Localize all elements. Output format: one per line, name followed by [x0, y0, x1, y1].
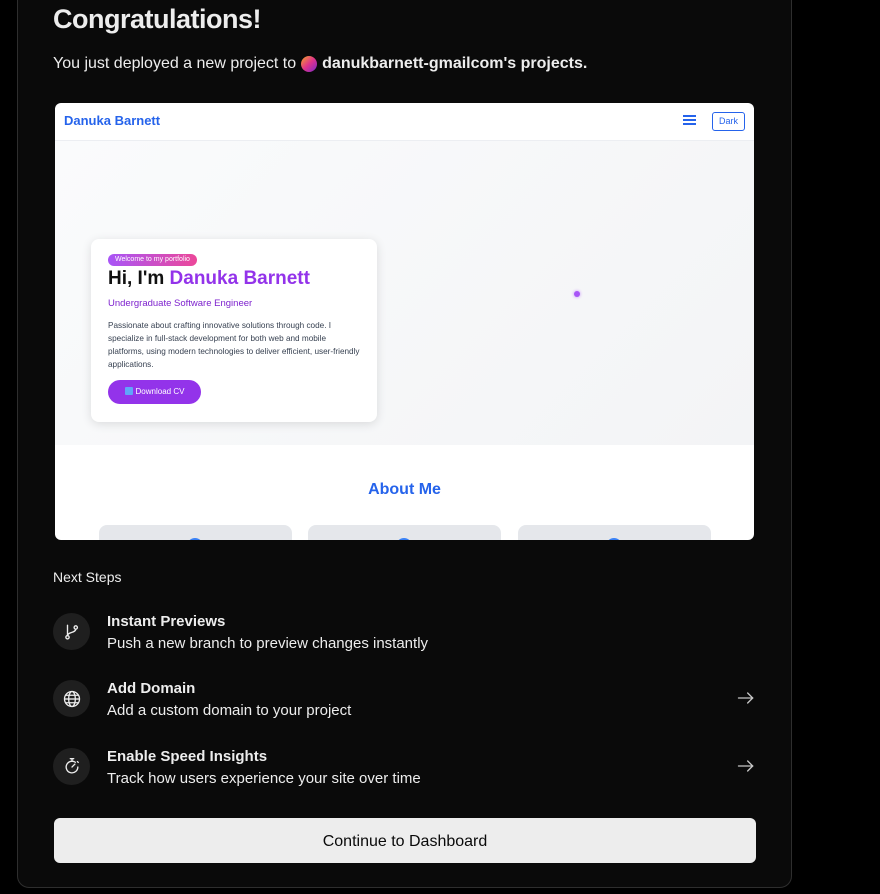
continue-to-dashboard-button[interactable]: Continue to Dashboard [54, 818, 756, 863]
git-branch-icon [53, 613, 90, 650]
preview-about-tile [518, 525, 711, 540]
preview-greeting: Hi, I'm Danuka Barnett [108, 268, 310, 290]
preview-intro-card: Welcome to my portfolio Hi, I'm Danuka B… [91, 239, 377, 422]
preview-navbar: Danuka Barnett Dark [55, 103, 754, 141]
tile-icon [187, 538, 203, 540]
next-steps-heading: Next Steps [53, 569, 122, 585]
greeting-text: Hi, I'm [108, 268, 165, 289]
tile-icon [606, 538, 622, 540]
step-title: Enable Speed Insights [107, 748, 268, 765]
preview-cursor-dot [574, 291, 580, 297]
step-title: Instant Previews [107, 613, 226, 630]
step-enable-speed-insights[interactable]: Enable Speed Insights Track how users ex… [53, 748, 756, 794]
preview-badge: Welcome to my portfolio [108, 254, 197, 266]
preview-brand: Danuka Barnett [64, 113, 161, 128]
greeting-name: Danuka Barnett [169, 268, 310, 289]
step-description: Push a new branch to preview changes ins… [107, 635, 429, 652]
preview-about-heading: About Me [368, 481, 441, 498]
team-avatar [301, 56, 318, 72]
step-instant-previews[interactable]: Instant Previews Push a new branch to pr… [53, 613, 756, 659]
preview-role: Undergraduate Software Engineer [108, 298, 253, 309]
globe-icon [53, 680, 90, 717]
team-name[interactable]: danukbarnett-gmailcom's projects. [322, 55, 587, 73]
preview-download-cv-button: Download CV [108, 380, 201, 404]
hamburger-menu-icon [683, 115, 696, 125]
download-icon [124, 387, 133, 395]
preview-theme-button: Dark [712, 112, 745, 131]
preview-about-tile [99, 525, 292, 540]
preview-hero: Welcome to my portfolio Hi, I'm Danuka B… [55, 141, 754, 445]
arrow-right-icon [737, 760, 754, 772]
tile-icon [396, 538, 412, 540]
cv-label: Download CV [135, 387, 185, 396]
step-add-domain[interactable]: Add Domain Add a custom domain to your p… [53, 680, 756, 726]
preview-description: Passionate about crafting innovative sol… [108, 321, 360, 369]
step-description: Track how users experience your site ove… [107, 770, 421, 787]
site-preview-screenshot[interactable]: Danuka Barnett Dark Welcome to my portfo… [55, 103, 754, 540]
subtitle-text: You just deployed a new project to [53, 55, 297, 72]
preview-about-tile [308, 525, 501, 540]
step-description: Add a custom domain to your project [107, 702, 352, 719]
step-title: Add Domain [107, 680, 196, 697]
arrow-right-icon [737, 692, 754, 704]
page-title: Congratulations! [53, 4, 262, 34]
stopwatch-icon [53, 748, 90, 785]
deploy-subtitle: You just deployed a new project to danuk… [53, 55, 587, 73]
